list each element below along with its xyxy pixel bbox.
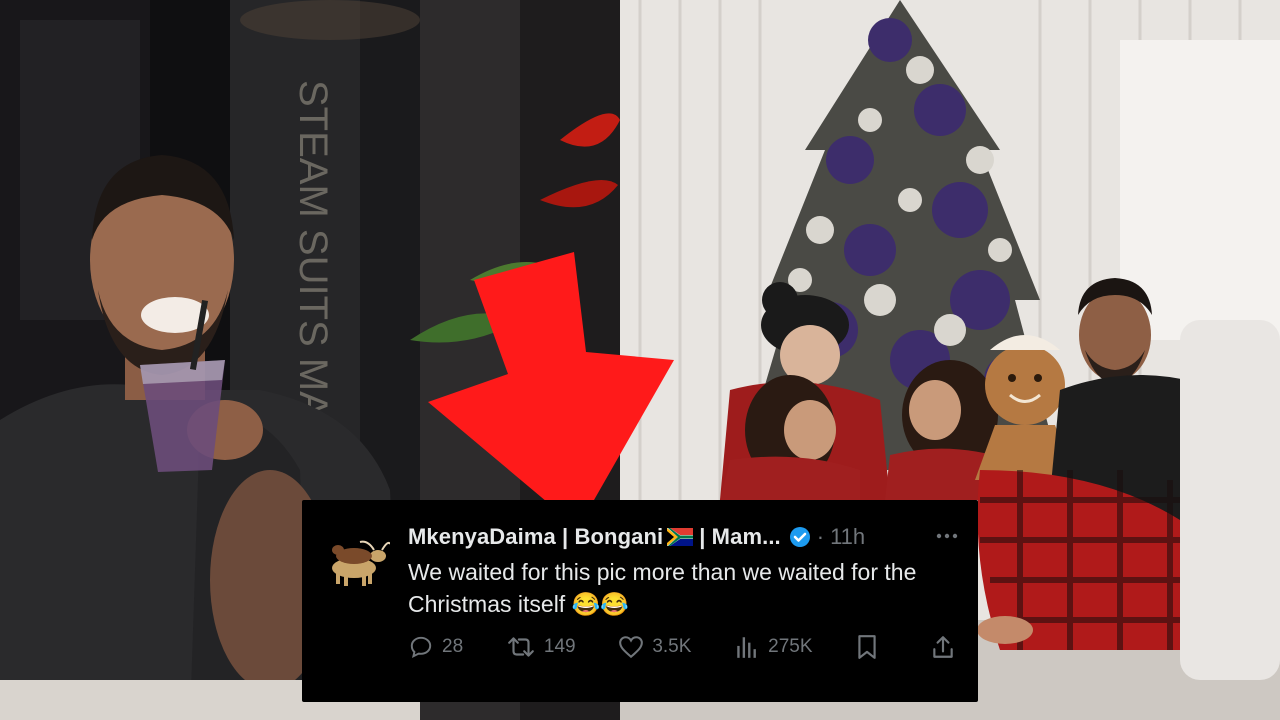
like-button[interactable]: 3.5K [618, 635, 691, 659]
bookmark-button[interactable] [855, 634, 887, 660]
avatar[interactable] [324, 534, 390, 590]
like-icon [619, 636, 644, 659]
tweet-header: MkenyaDaima | Bongani | Mam... · 11h [408, 524, 865, 550]
reply-icon [410, 636, 432, 659]
author-name[interactable]: MkenyaDaima | Bongani [408, 524, 663, 550]
views-icon [737, 637, 757, 658]
tweet-text: We waited for this pic more than we wait… [408, 559, 917, 617]
like-count: 3.5K [652, 636, 692, 657]
share-button[interactable] [930, 634, 964, 660]
bookmark-icon [858, 635, 876, 659]
reply-button[interactable]: 28 [408, 634, 463, 660]
retweet-button[interactable]: 149 [506, 634, 576, 660]
reply-count: 28 [442, 636, 464, 657]
tweet-card[interactable]: MkenyaDaima | Bongani | Mam... · 11h We … [302, 500, 978, 702]
retweet-icon [508, 637, 534, 657]
retweet-count: 149 [543, 636, 576, 657]
tweet-actions: 28 149 3.5K 275K [408, 634, 964, 660]
verified-badge-icon [789, 527, 810, 547]
sign-text: STEAM SUITS MA [291, 80, 335, 418]
views-button[interactable]: 275K [734, 635, 813, 659]
views-count: 275K [768, 636, 813, 657]
south-africa-flag-icon [667, 528, 694, 546]
author-name-suffix[interactable]: | Mam... [699, 524, 781, 550]
down-arrow-icon [428, 252, 674, 528]
share-icon [933, 636, 953, 658]
tweet-time[interactable]: 11h [830, 524, 865, 550]
more-icon[interactable] [934, 526, 960, 546]
separator-dot: · [816, 524, 825, 549]
